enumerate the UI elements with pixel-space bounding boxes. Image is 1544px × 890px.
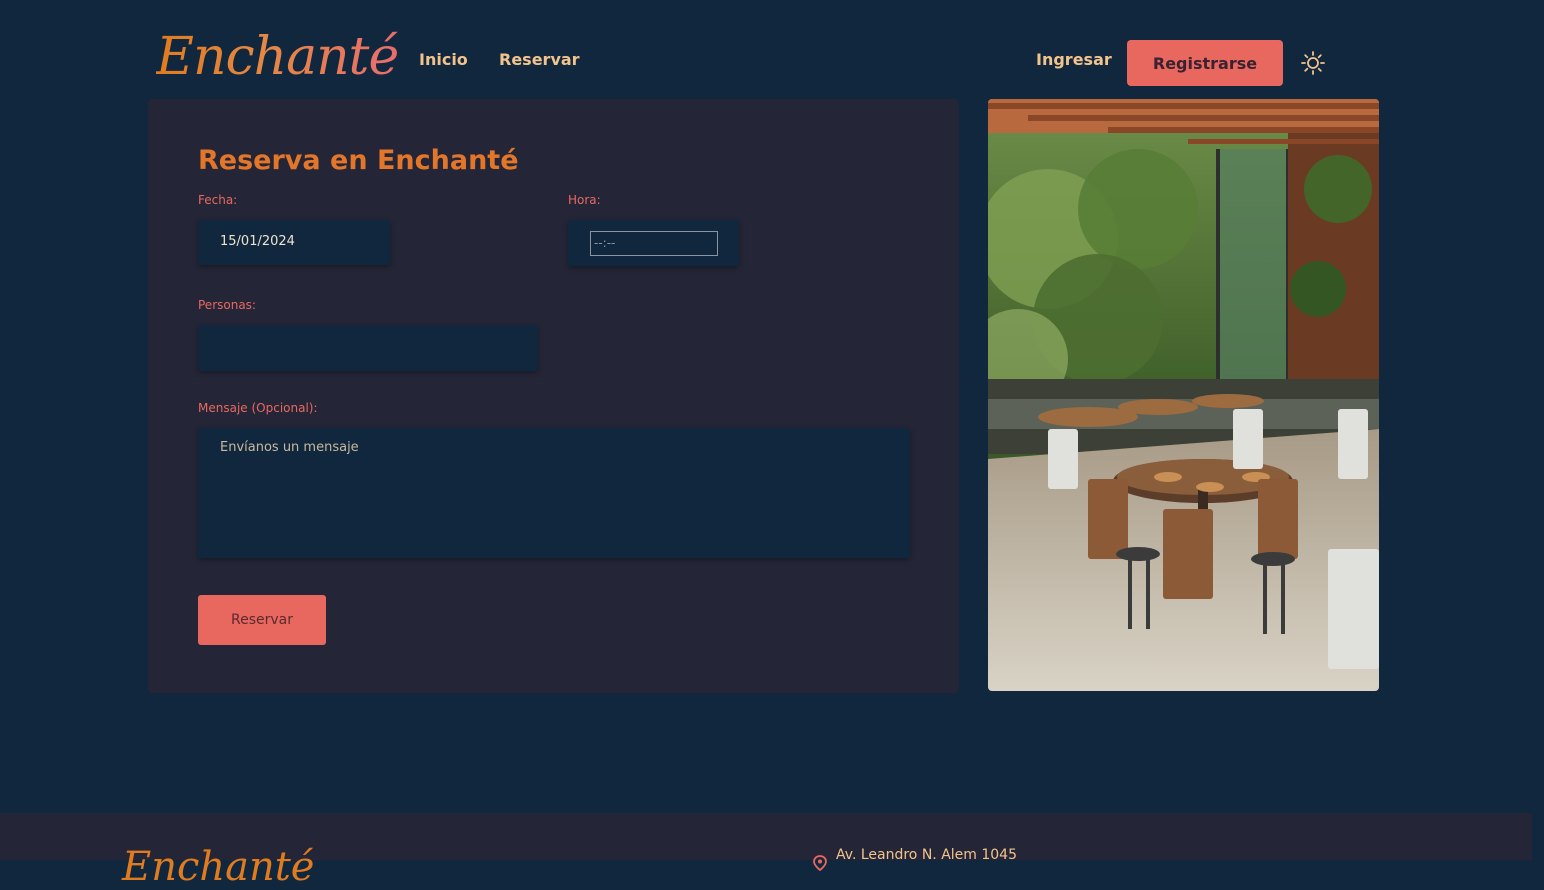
- footer-address: Av. Leandro N. Alem 1045: [836, 847, 1017, 863]
- reserve-submit-button[interactable]: Reservar: [198, 595, 326, 645]
- register-button[interactable]: Registrarse: [1127, 40, 1283, 86]
- brand-logo[interactable]: Enchanté: [156, 22, 399, 92]
- fecha-label: Fecha:: [198, 193, 238, 207]
- message-textarea[interactable]: Envíanos un mensaje: [198, 428, 910, 558]
- date-input[interactable]: 15/01/2024: [198, 220, 390, 265]
- guests-input[interactable]: [198, 325, 538, 371]
- nav-link-reservar[interactable]: Reservar: [499, 50, 580, 69]
- hora-label: Hora:: [568, 193, 601, 207]
- site-header: Enchanté Inicio Reservar Ingresar Regist…: [0, 0, 1544, 100]
- personas-label: Personas:: [198, 298, 256, 312]
- reservation-card: Reserva en Enchanté Fecha: 15/01/2024 Ho…: [148, 99, 959, 693]
- mensaje-label: Mensaje (Opcional):: [198, 401, 318, 415]
- sun-icon[interactable]: [1300, 50, 1326, 76]
- page-title: Reserva en Enchanté: [198, 145, 519, 176]
- restaurant-photo: [988, 99, 1379, 691]
- login-link[interactable]: Ingresar: [1036, 50, 1112, 69]
- time-input-wrapper: --:--: [568, 220, 739, 266]
- time-input[interactable]: --:--: [590, 231, 718, 256]
- nav-link-inicio[interactable]: Inicio: [419, 50, 468, 69]
- site-footer: Enchanté Av. Leandro N. Alem 1045: [0, 813, 1532, 887]
- location-pin-icon: [812, 855, 828, 872]
- footer-logo[interactable]: Enchanté: [122, 847, 314, 887]
